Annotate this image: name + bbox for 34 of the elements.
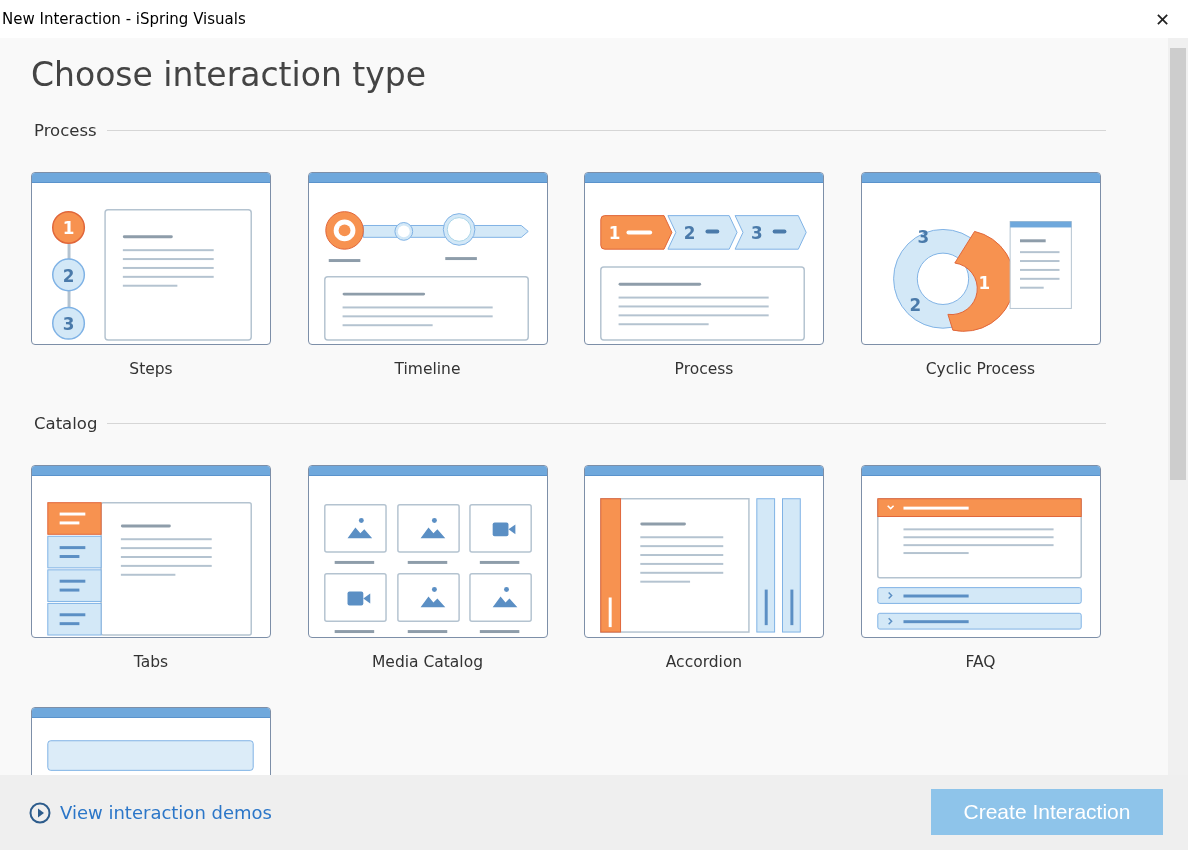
section-title: Catalog bbox=[34, 414, 98, 433]
number-label: 3 bbox=[751, 223, 763, 244]
number-label: 1 bbox=[608, 223, 621, 244]
card-label: FAQ bbox=[965, 653, 996, 671]
interaction-card[interactable] bbox=[307, 172, 548, 345]
card-label: Cyclic Process bbox=[925, 360, 1036, 378]
card-label: Timeline bbox=[394, 360, 461, 378]
interaction-card[interactable] bbox=[860, 465, 1101, 638]
number-label: 2 bbox=[683, 223, 696, 244]
scrollbar-thumb[interactable] bbox=[1170, 48, 1186, 480]
number-label: 3 bbox=[916, 227, 929, 248]
interaction-card[interactable]: 1 2 3 bbox=[31, 172, 271, 345]
interaction-card[interactable] bbox=[307, 465, 548, 638]
number-label: 2 bbox=[62, 265, 75, 286]
card-label: Media Catalog bbox=[372, 653, 483, 671]
scrollbar[interactable] bbox=[1168, 38, 1188, 775]
section-title: Process bbox=[34, 121, 97, 140]
play-icon bbox=[29, 801, 51, 824]
number-label: 1 bbox=[62, 218, 75, 239]
card-label: Process bbox=[674, 360, 734, 378]
number-label: 2 bbox=[909, 295, 921, 316]
interaction-card[interactable] bbox=[31, 465, 271, 638]
number-label: 1 bbox=[978, 272, 990, 293]
card-label: Tabs bbox=[133, 653, 169, 671]
number-label: 3 bbox=[62, 314, 75, 335]
card-label: Accordion bbox=[665, 653, 743, 671]
interaction-card[interactable]: 1 2 3 bbox=[860, 172, 1101, 345]
demos-link[interactable]: View interaction demos bbox=[29, 801, 272, 824]
close-button[interactable]: ✕ bbox=[1150, 8, 1174, 30]
window-title: New Interaction - iSpring Visuals bbox=[2, 10, 246, 28]
interaction-card[interactable]: 1 2 3 bbox=[584, 172, 824, 345]
interaction-card[interactable] bbox=[584, 465, 824, 638]
card-label: Steps bbox=[129, 360, 173, 378]
page-heading: Choose interaction type bbox=[31, 55, 427, 94]
